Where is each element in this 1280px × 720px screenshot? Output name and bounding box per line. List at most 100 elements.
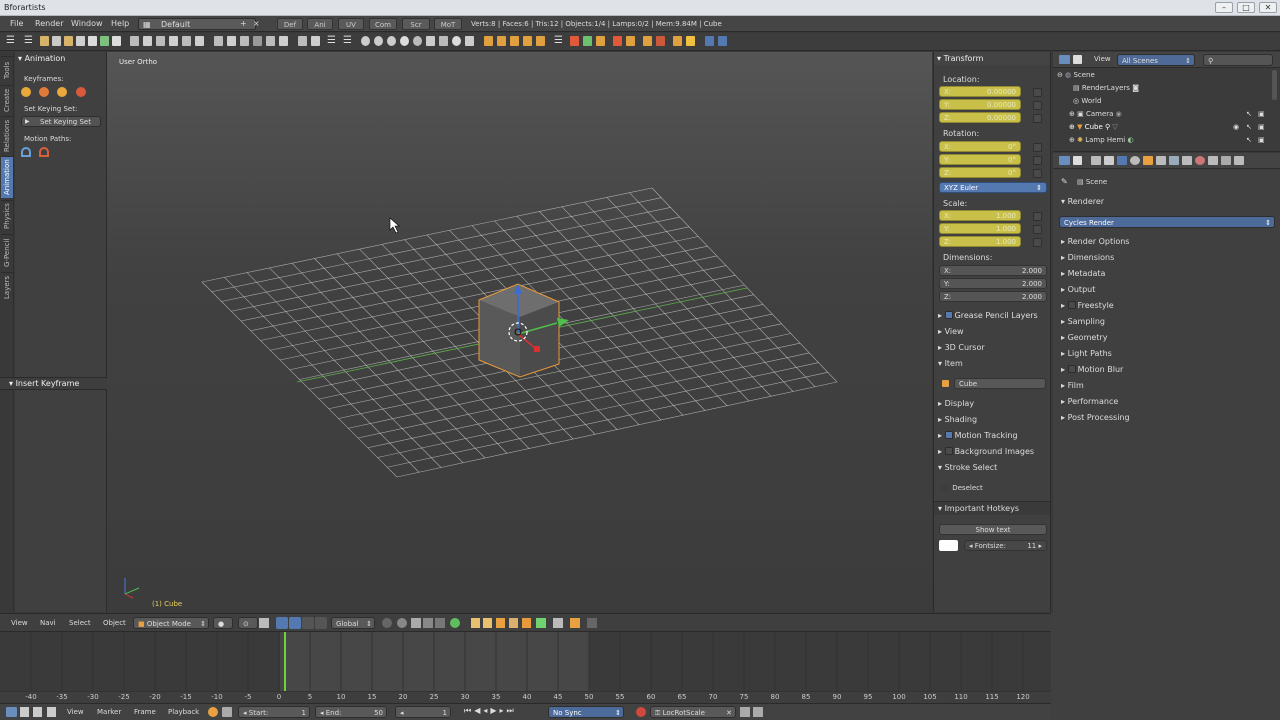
rotation-z-field[interactable]: Z: 0° (939, 167, 1021, 178)
panel-sampling[interactable]: ▸ Sampling (1061, 317, 1105, 326)
particles-tab-icon[interactable] (1221, 156, 1231, 165)
overlay-toggle-icon[interactable] (587, 618, 597, 628)
orientation-select[interactable]: Global ⇕ (331, 617, 375, 629)
export-icon[interactable] (143, 36, 152, 46)
outliner-renderlayers[interactable]: ▤ RenderLayers ◙ (1073, 84, 1139, 92)
3d-viewport[interactable]: User Ortho (1) Cube (107, 52, 932, 612)
constraints-tab-icon[interactable] (1156, 156, 1166, 165)
menu-window[interactable]: Window (71, 16, 103, 32)
panel-dimensions[interactable]: ▸ Dimensions (1061, 253, 1114, 262)
object-name-field[interactable]: Cube (954, 378, 1046, 389)
shading-solid-icon[interactable] (374, 36, 383, 46)
history-icon[interactable] (182, 36, 191, 46)
timeline-menu-icon[interactable] (20, 707, 29, 717)
undo-icon[interactable] (156, 36, 165, 46)
animation-panel-header[interactable]: ▾ Animation (15, 52, 106, 65)
scale-y-field[interactable]: Y: 1.000 (939, 223, 1021, 234)
recent-files-icon[interactable] (64, 36, 73, 46)
timeline-editor-icon[interactable] (6, 707, 17, 717)
record-keyframe-icon[interactable] (208, 707, 218, 717)
end-frame-field[interactable]: ◂ End: 50 (315, 706, 387, 718)
shading-material-icon[interactable] (400, 36, 409, 46)
outliner-menu-icon[interactable] (1073, 55, 1082, 64)
panel-film[interactable]: ▸ Film (1061, 381, 1084, 390)
panel-light-paths[interactable]: ▸ Light Paths (1061, 349, 1112, 358)
panel-freestyle[interactable]: ▸ Freestyle (1061, 301, 1114, 310)
cube[interactable] (478, 283, 560, 378)
background-images-panel[interactable]: ▸ Background Images (938, 447, 1034, 456)
view-camera-icon[interactable] (253, 36, 262, 46)
motion-blur-checkbox[interactable] (1067, 365, 1076, 373)
proportional-edit-icon[interactable] (382, 618, 392, 628)
timeline-area[interactable] (0, 632, 1051, 691)
scale-manipulator-icon[interactable] (302, 617, 314, 629)
overlay-icon[interactable] (426, 36, 435, 46)
combined-manipulator-icon[interactable] (315, 617, 327, 629)
start-frame-field[interactable]: ◂ Start: 1 (238, 706, 310, 718)
dimension-z-field[interactable]: Z: 2.000 (939, 291, 1047, 302)
tab-scripting[interactable]: Scr (402, 18, 430, 30)
timeline-menu-icon-2[interactable] (33, 707, 42, 717)
xray-icon[interactable] (439, 36, 448, 46)
shading-panel[interactable]: ▸ Shading (938, 415, 977, 424)
dimension-x-field[interactable]: X: 2.000 (939, 265, 1047, 276)
properties-editor-icon[interactable] (1059, 156, 1070, 165)
lock-camera-icon[interactable] (570, 618, 580, 628)
render-anim-icon[interactable] (483, 618, 492, 628)
minimize-button[interactable]: – (1215, 2, 1233, 13)
lock-rotation-z-icon[interactable] (1033, 169, 1042, 178)
view-top-icon[interactable] (240, 36, 249, 46)
outliner-scrollbar[interactable] (1272, 70, 1277, 100)
playback-controls[interactable]: ⏮◀◂▶▸⏭ (464, 706, 517, 716)
snap-project-icon[interactable] (435, 618, 445, 628)
current-frame-field[interactable]: ◂ 1 (395, 706, 451, 718)
new-file-icon[interactable] (40, 36, 49, 46)
render-icon[interactable] (471, 618, 480, 628)
layer-green-icon[interactable] (536, 618, 546, 628)
select-arrow-icon-lamp[interactable]: ↖ (1246, 136, 1252, 144)
motion-tracking-panel[interactable]: ▸ Motion Tracking (938, 431, 1018, 440)
select-arrow-icon-cube[interactable]: ↖ (1246, 123, 1252, 131)
operator-panel-header[interactable]: ▾ Insert Keyframe (0, 377, 107, 390)
view-all-icon[interactable] (279, 36, 288, 46)
viewport-shading-select[interactable]: ● (213, 617, 233, 629)
tab-animation-side[interactable]: Animation (1, 156, 13, 198)
snap-icon[interactable] (298, 36, 307, 46)
maximize-button[interactable]: □ (1237, 2, 1255, 13)
tab-motion-tracking[interactable]: MoT (434, 18, 462, 30)
bevel-icon[interactable] (510, 36, 519, 46)
keyframe-remove-icon[interactable] (76, 87, 86, 97)
opengl-anim-icon[interactable] (509, 618, 518, 628)
tab-gpencil[interactable]: G-Pencil (1, 234, 13, 270)
render-camera-icon-lamp[interactable]: ▣ (1258, 136, 1265, 144)
renderer-section[interactable]: ▾ Renderer (1061, 197, 1104, 206)
stroke-select-panel[interactable]: ▾ Stroke Select (938, 463, 997, 472)
menu-file[interactable]: File (10, 16, 23, 32)
view3d-menu-navi[interactable]: Navi (40, 617, 56, 629)
keying-set-select[interactable]: ⚿ LocRotScale ✕ (650, 706, 736, 718)
tab-layers[interactable]: Layers (1, 272, 13, 302)
data-tab-icon[interactable] (1182, 156, 1192, 165)
lock-rotation-y-icon[interactable] (1033, 156, 1042, 165)
lock-rotation-x-icon[interactable] (1033, 143, 1042, 152)
outliner-camera[interactable]: ⊕ ▣ Camera ◉ (1069, 110, 1122, 118)
freestyle-checkbox[interactable] (1067, 301, 1076, 309)
deselect-button[interactable]: Deselect (942, 484, 983, 492)
sync-select[interactable]: No Sync ⇕ (548, 706, 624, 718)
modifiers-tab-icon[interactable] (1169, 156, 1179, 165)
fontsize-field[interactable]: ◂ Fontsize: 11 ▸ (964, 540, 1047, 551)
material-tab-icon[interactable] (1195, 156, 1205, 165)
shading-texture-icon[interactable] (387, 36, 396, 46)
tab-default[interactable]: Def (277, 18, 303, 30)
panel-metadata[interactable]: ▸ Metadata (1061, 269, 1105, 278)
layers-icon[interactable] (705, 36, 714, 46)
cursor-panel[interactable]: ▸ 3D Cursor (938, 343, 985, 352)
open-file-icon[interactable] (52, 36, 61, 46)
physics-tab-icon[interactable] (1234, 156, 1244, 165)
scene-tab-icon[interactable] (1117, 156, 1127, 165)
close-button[interactable]: ✕ (1259, 2, 1277, 13)
transform-header[interactable]: ▾ Transform (934, 52, 1050, 65)
timeline-menu-view[interactable]: View (67, 706, 84, 718)
outliner-search-input[interactable]: ⚲ (1203, 54, 1273, 66)
scale-x-field[interactable]: X: 1.000 (939, 210, 1021, 221)
